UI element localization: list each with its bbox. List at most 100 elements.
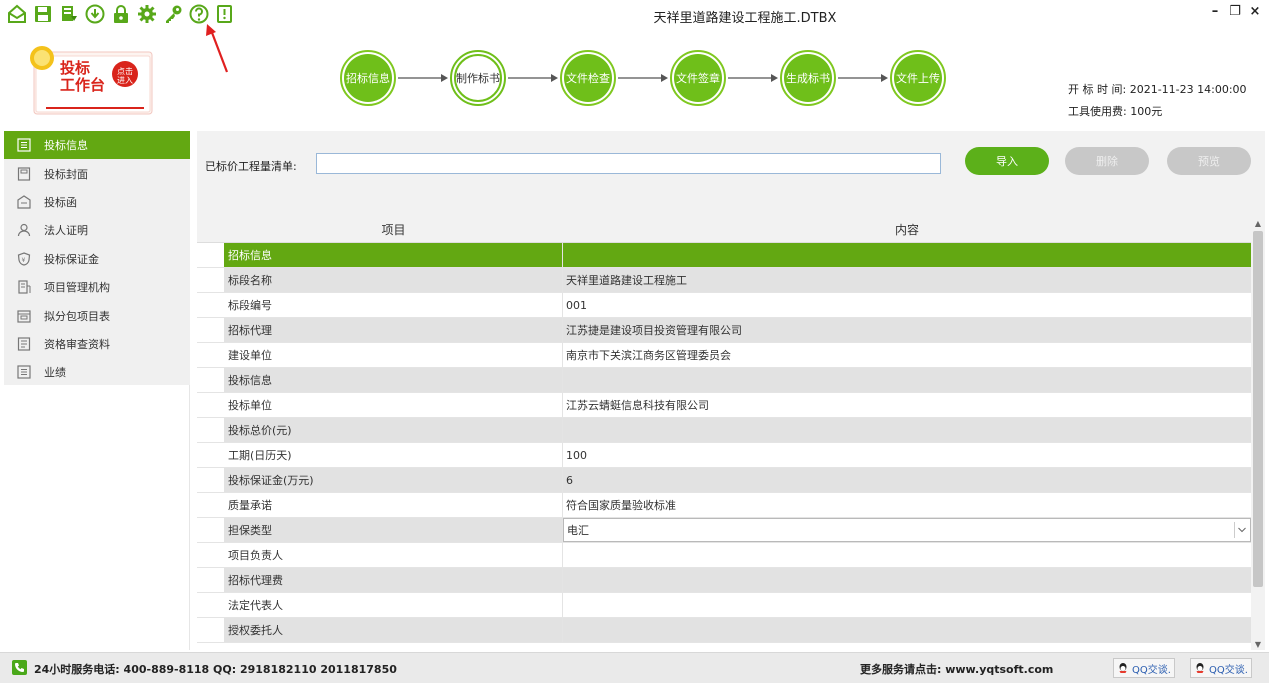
row-item: 投标信息 — [224, 368, 563, 392]
sidebar-item-qualification[interactable]: 资格审查资料 — [4, 330, 190, 358]
status-bar: 24小时服务电话: 400-889-8118 QQ: 2918182110 20… — [0, 652, 1269, 683]
sidebar: 投标信息 投标封面 投标函 法人证明 ¥ 投标保证金 项目管理机构 拟分包项目表… — [4, 131, 190, 385]
priced-bill-input[interactable] — [316, 153, 941, 174]
sidebar-item-bid-info[interactable]: 投标信息 — [4, 131, 190, 160]
step-file-upload[interactable]: 文件上传 — [890, 50, 946, 106]
table-row[interactable]: 工期(日历天) 100 — [197, 443, 1251, 468]
download-icon[interactable] — [84, 3, 106, 25]
step-generate-bid[interactable]: 生成标书 — [780, 50, 836, 106]
table-row[interactable]: 招标代理 江苏捷是建设项目投资管理有限公司 — [197, 318, 1251, 343]
table-row[interactable]: 质量承诺 符合国家质量验收标准 — [197, 493, 1251, 518]
table-row[interactable]: 投标单位 江苏云蜻蜓信息科技有限公司 — [197, 393, 1251, 418]
sidebar-empty-area — [4, 385, 190, 650]
col-header-content: 内容 — [894, 223, 919, 237]
table-row[interactable]: 授权委托人 — [197, 618, 1251, 643]
lock-icon[interactable] — [110, 3, 132, 25]
qq-chat-label: QQ交谈. — [1132, 664, 1171, 676]
open-time-value: 2021-11-23 14:00:00 — [1129, 83, 1247, 96]
row-content[interactable]: 天祥里道路建设工程施工 — [563, 268, 1251, 292]
row-content[interactable]: 江苏捷是建设项目投资管理有限公司 — [563, 318, 1251, 342]
sidebar-item-legal-proof[interactable]: 法人证明 — [4, 216, 190, 244]
step-make-bid[interactable]: 制作标书 — [450, 50, 506, 106]
step-file-sign[interactable]: 文件签章 — [670, 50, 726, 106]
table-row[interactable]: 建设单位 南京市下关滨江商务区管理委员会 — [197, 343, 1251, 368]
import-button[interactable]: 导入 — [965, 147, 1049, 175]
scroll-up-icon[interactable]: ▲ — [1251, 217, 1265, 229]
row-item: 质量承诺 — [224, 493, 563, 517]
service-phone-text: 24小时服务电话: 400-889-8118 QQ: 2918182110 20… — [34, 663, 397, 676]
col-header-item: 项目 — [381, 223, 406, 237]
sidebar-item-bid-cover[interactable]: 投标封面 — [4, 159, 190, 187]
home-icon[interactable] — [6, 3, 28, 25]
vertical-scrollbar[interactable]: ▲ ▼ — [1251, 217, 1265, 650]
row-content[interactable] — [563, 593, 1251, 617]
fee-value: 100元 — [1130, 105, 1163, 118]
table-row[interactable]: 投标总价(元) — [197, 418, 1251, 443]
folder-icon — [16, 308, 32, 324]
sidebar-item-label: 拟分包项目表 — [44, 309, 110, 323]
row-content[interactable] — [563, 368, 1251, 392]
preview-button[interactable]: 预览 — [1167, 147, 1251, 175]
row-content[interactable] — [563, 418, 1251, 442]
table-row[interactable]: 招标代理费 — [197, 568, 1251, 593]
row-content[interactable]: 001 — [563, 293, 1251, 317]
table-row[interactable]: 招标信息 — [197, 243, 1251, 268]
save-icon[interactable] — [32, 3, 54, 25]
gear-icon[interactable] — [136, 3, 158, 25]
row-content[interactable] — [563, 243, 1251, 267]
select-value: 电汇 — [567, 524, 589, 537]
person-icon — [16, 222, 32, 238]
arrow-icon — [836, 72, 890, 84]
sidebar-item-performance[interactable]: 业绩 — [4, 358, 190, 386]
minimize-button[interactable]: – — [1207, 2, 1223, 20]
step-tender-info[interactable]: 招标信息 — [340, 50, 396, 106]
main-panel: 已标价工程量清单: 导入 删除 预览 项目 内容 招标信息 标段名称 天祥里道路建… — [197, 131, 1265, 650]
document-icon — [16, 336, 32, 352]
step-file-check[interactable]: 文件检查 — [560, 50, 616, 106]
table-row[interactable]: 标段名称 天祥里道路建设工程施工 — [197, 268, 1251, 293]
website-link[interactable]: 更多服务请点击: www.yqtsoft.com — [860, 661, 1053, 677]
table-row[interactable]: 担保类型 电汇 — [197, 518, 1251, 543]
import-row: 已标价工程量清单: 导入 删除 预览 — [197, 131, 1265, 215]
chevron-down-icon[interactable] — [1234, 522, 1248, 538]
row-content[interactable]: 6 — [563, 468, 1251, 492]
sidebar-item-bid-bond[interactable]: ¥ 投标保证金 — [4, 245, 190, 273]
row-content[interactable] — [563, 568, 1251, 592]
row-item: 建设单位 — [224, 343, 563, 367]
restore-button[interactable]: ❐ — [1227, 2, 1243, 20]
step-label: 文件上传 — [894, 54, 942, 102]
table-row[interactable]: 标段编号 001 — [197, 293, 1251, 318]
qq-chat-button[interactable]: QQ交谈. — [1113, 658, 1175, 678]
table-row[interactable]: 项目负责人 — [197, 543, 1251, 568]
table-row[interactable]: 法定代表人 — [197, 593, 1251, 618]
sidebar-item-project-org[interactable]: 项目管理机构 — [4, 273, 190, 301]
table-row[interactable]: 投标保证金(万元) 6 — [197, 468, 1251, 493]
row-item: 标段名称 — [224, 268, 563, 292]
row-content[interactable]: 江苏云蜻蜓信息科技有限公司 — [563, 393, 1251, 417]
export-icon[interactable] — [58, 3, 80, 25]
scrollbar-thumb[interactable] — [1253, 231, 1263, 587]
scroll-down-icon[interactable]: ▼ — [1251, 638, 1265, 650]
record-icon — [16, 364, 32, 380]
sidebar-item-label: 投标封面 — [44, 167, 88, 181]
key-icon[interactable] — [162, 3, 184, 25]
row-content[interactable]: 符合国家质量验收标准 — [563, 493, 1251, 517]
row-content[interactable]: 南京市下关滨江商务区管理委员会 — [563, 343, 1251, 367]
row-content[interactable] — [563, 543, 1251, 567]
window-controls: – ❐ × — [1207, 2, 1263, 20]
sidebar-item-bid-letter[interactable]: 投标函 — [4, 188, 190, 216]
row-content[interactable]: 100 — [563, 443, 1251, 467]
row-item: 招标代理费 — [224, 568, 563, 592]
table-row[interactable]: 投标信息 — [197, 368, 1251, 393]
sidebar-item-subcontract[interactable]: 拟分包项目表 — [4, 301, 190, 329]
delete-button[interactable]: 删除 — [1065, 147, 1149, 175]
row-item: 投标总价(元) — [224, 418, 563, 442]
qq-chat-button[interactable]: QQ交谈. — [1190, 658, 1252, 678]
bid-workbench-logo[interactable]: 投标 工作台 点击进入 — [26, 42, 156, 118]
close-button[interactable]: × — [1247, 2, 1263, 20]
red-arrow-annotation — [206, 24, 229, 73]
row-content[interactable] — [563, 618, 1251, 642]
priced-bill-label: 已标价工程量清单: — [205, 160, 297, 173]
guarantee-type-select[interactable]: 电汇 — [563, 518, 1251, 542]
sidebar-item-label: 投标保证金 — [44, 252, 99, 266]
